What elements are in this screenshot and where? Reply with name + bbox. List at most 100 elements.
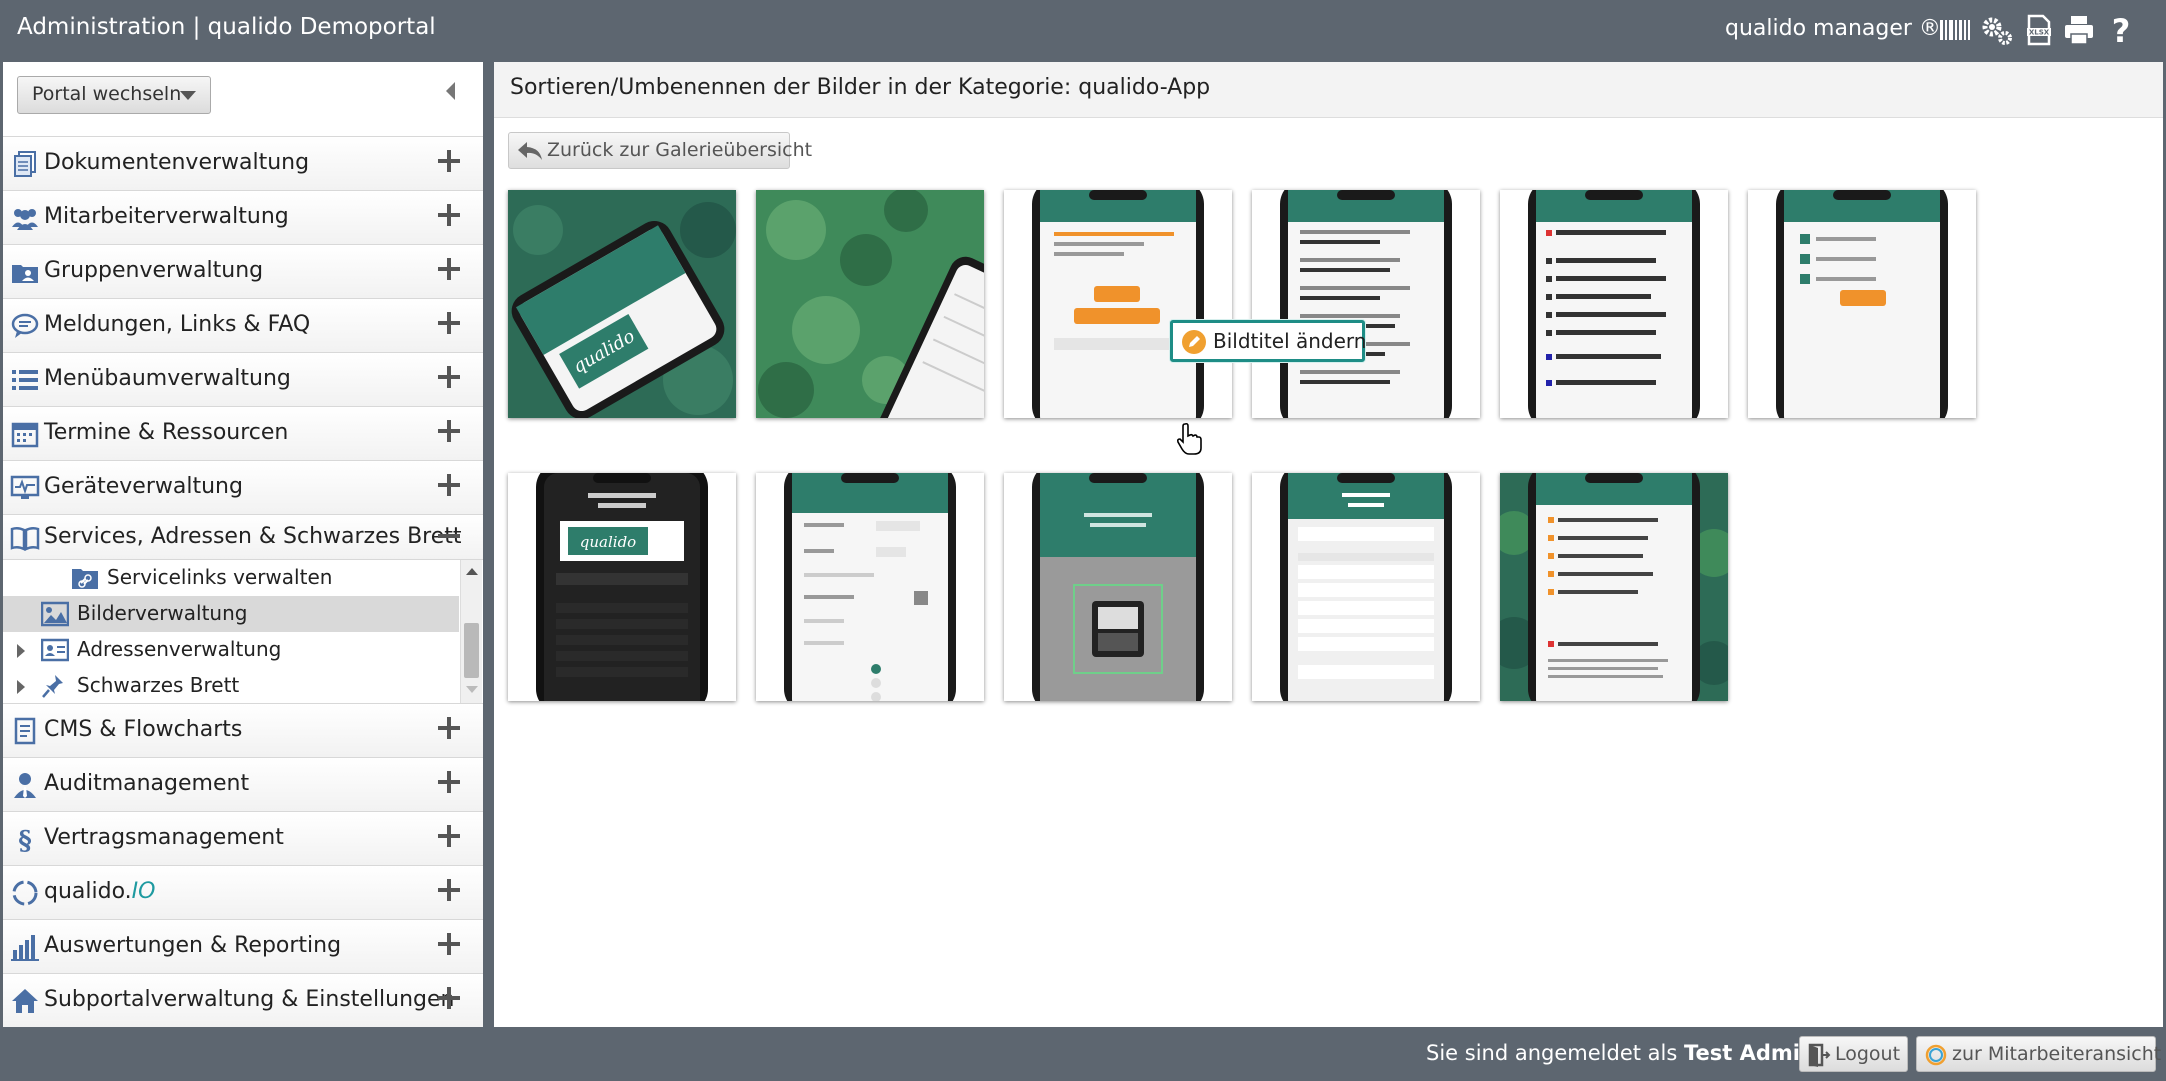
expand-plus-icon[interactable] bbox=[438, 258, 460, 280]
scroll-up-icon[interactable] bbox=[466, 568, 478, 575]
expand-plus-icon[interactable] bbox=[438, 825, 460, 847]
subtree-item-servicelinks[interactable]: Servicelinks verwalten bbox=[3, 560, 459, 596]
expand-plus-icon[interactable] bbox=[438, 366, 460, 388]
nav-dokumentenverwaltung[interactable]: Dokumentenverwaltung bbox=[3, 136, 483, 190]
gallery-thumbnail[interactable] bbox=[1500, 473, 1728, 701]
nav-meldungen[interactable]: Meldungen, Links & FAQ bbox=[3, 298, 483, 352]
expand-plus-icon[interactable] bbox=[438, 771, 460, 793]
nav-subportalverwaltung[interactable]: Subportalverwaltung & Einstellungen bbox=[3, 973, 483, 1027]
home-icon bbox=[12, 989, 38, 1013]
nav-menuebaumverwaltung[interactable]: Menübaumverwaltung bbox=[3, 352, 483, 406]
gallery-thumbnail[interactable] bbox=[1252, 190, 1480, 418]
portal-switch-dropdown[interactable]: Portal wechseln bbox=[17, 76, 211, 114]
barcode-icon[interactable] bbox=[1938, 13, 1972, 47]
gallery-thumbnail[interactable]: qualido bbox=[508, 190, 736, 418]
page-title: Sortieren/Umbenennen der Bilder in der K… bbox=[510, 75, 1211, 100]
gallery-thumbnail[interactable] bbox=[756, 473, 984, 701]
expand-plus-icon[interactable] bbox=[438, 474, 460, 496]
monitor-icon bbox=[10, 475, 40, 499]
employee-view-button[interactable]: zur Mitarbeiteransicht bbox=[1916, 1036, 2161, 1072]
gallery-thumbnail[interactable] bbox=[1748, 190, 1976, 418]
gallery-thumbnail[interactable] bbox=[1252, 473, 1480, 701]
gallery-thumbnail[interactable] bbox=[756, 190, 984, 418]
subtree-label: Schwarzes Brett bbox=[77, 673, 240, 697]
expand-plus-icon[interactable] bbox=[438, 933, 460, 955]
gallery-thumbnail[interactable] bbox=[1500, 190, 1728, 418]
expand-plus-icon[interactable] bbox=[438, 420, 460, 442]
nav-label: Gruppenverwaltung bbox=[44, 258, 264, 283]
expand-plus-icon[interactable] bbox=[438, 879, 460, 901]
nav-label-accent: IO bbox=[131, 879, 156, 904]
thumbnail-image bbox=[1252, 473, 1480, 701]
thumbnail-image bbox=[1500, 473, 1728, 701]
logout-label: Logout bbox=[1835, 1043, 1901, 1065]
employee-view-label: zur Mitarbeiteransicht bbox=[1952, 1043, 2162, 1065]
nav-services-adressen[interactable]: Services, Adressen & Schwarzes Brett bbox=[3, 514, 483, 560]
expand-plus-icon[interactable] bbox=[438, 987, 460, 1009]
cms-icon bbox=[14, 717, 36, 745]
thumbnail-image bbox=[1004, 190, 1232, 418]
nav-geraeteverwaltung[interactable]: Geräteverwaltung bbox=[3, 460, 483, 514]
gallery-thumbnail[interactable]: qualido bbox=[508, 473, 736, 701]
product-name: qualido manager ® bbox=[1725, 16, 1941, 41]
main-content: Sortieren/Umbenennen der Bilder in der K… bbox=[494, 62, 2163, 1027]
subtree-scrollbar[interactable] bbox=[460, 560, 482, 703]
thumbnail-image: qualido bbox=[508, 190, 736, 418]
subtree-item-schwarzes-brett[interactable]: Schwarzes Brett bbox=[3, 668, 459, 703]
thumbnail-image bbox=[756, 190, 984, 418]
nav-label: Dokumentenverwaltung bbox=[44, 150, 310, 175]
nav-label: Auditmanagement bbox=[44, 771, 250, 796]
expand-arrow-icon[interactable] bbox=[17, 680, 25, 694]
nav-vertragsmanagement[interactable]: § Vertragsmanagement bbox=[3, 811, 483, 865]
nav-label: Termine & Ressourcen bbox=[44, 420, 289, 445]
nav-termine[interactable]: Termine & Ressourcen bbox=[3, 406, 483, 460]
group-folder-icon bbox=[12, 265, 38, 283]
nav-cms-flowcharts[interactable]: CMS & Flowcharts bbox=[3, 703, 483, 757]
thumbnail-image bbox=[1500, 190, 1728, 418]
services-subtree: Servicelinks verwalten Bilderverwaltung … bbox=[3, 559, 483, 703]
expand-plus-icon[interactable] bbox=[438, 312, 460, 334]
scrollbar-thumb[interactable] bbox=[464, 623, 479, 678]
subtree-label: Bilderverwaltung bbox=[77, 601, 248, 625]
expand-plus-icon[interactable] bbox=[438, 204, 460, 226]
back-to-gallery-button[interactable]: Zurück zur Galerieübersicht bbox=[508, 132, 812, 169]
chevron-down-icon bbox=[180, 91, 196, 100]
book-icon bbox=[10, 526, 40, 552]
gallery-thumbnail[interactable] bbox=[1004, 473, 1232, 701]
top-bar: Administration | qualido Demoportal qual… bbox=[0, 0, 2166, 60]
logout-button[interactable]: Logout bbox=[1799, 1036, 1908, 1072]
hand-cursor-icon bbox=[1176, 422, 1202, 455]
nav-label: Mitarbeiterverwaltung bbox=[44, 204, 289, 229]
subtree-item-adressenverwaltung[interactable]: Adressenverwaltung bbox=[3, 632, 459, 668]
nav-auswertungen[interactable]: Auswertungen & Reporting bbox=[3, 919, 483, 973]
rename-image-title-button[interactable]: Bildtitel ändern bbox=[1170, 320, 1366, 362]
gallery-thumbnail[interactable] bbox=[1004, 190, 1232, 418]
users-icon bbox=[12, 209, 38, 230]
nav-label: Vertragsmanagement bbox=[44, 825, 284, 850]
portal-switch-label: Portal wechseln bbox=[32, 83, 182, 105]
collapse-sidebar-icon[interactable] bbox=[446, 82, 455, 100]
nav-gruppenverwaltung[interactable]: Gruppenverwaltung bbox=[3, 244, 483, 298]
collapse-minus-icon[interactable] bbox=[438, 525, 460, 547]
svg-text:XLSX: XLSX bbox=[2029, 29, 2050, 37]
help-icon[interactable]: ? bbox=[2104, 13, 2138, 47]
print-icon[interactable] bbox=[2062, 13, 2096, 47]
nav-label: Geräteverwaltung bbox=[44, 474, 243, 499]
qualido-io-icon bbox=[12, 880, 38, 906]
subtree-label: Adressenverwaltung bbox=[77, 637, 282, 661]
address-card-icon bbox=[41, 638, 69, 662]
subtree-item-bilderverwaltung[interactable]: Bilderverwaltung bbox=[3, 596, 459, 632]
pencil-icon bbox=[1182, 330, 1206, 354]
nav-auditmanagement[interactable]: Auditmanagement bbox=[3, 757, 483, 811]
expand-arrow-icon[interactable] bbox=[17, 644, 25, 658]
gears-icon[interactable] bbox=[1980, 13, 2014, 47]
documents-icon bbox=[14, 151, 36, 177]
expand-plus-icon[interactable] bbox=[438, 150, 460, 172]
expand-plus-icon[interactable] bbox=[438, 717, 460, 739]
xlsx-icon[interactable]: XLSX bbox=[2022, 13, 2056, 47]
nav-mitarbeiterverwaltung[interactable]: Mitarbeiterverwaltung bbox=[3, 190, 483, 244]
nav-label: Subportalverwaltung & Einstellungen bbox=[44, 987, 455, 1012]
app-title: Administration | qualido Demoportal bbox=[17, 14, 436, 40]
nav-qualido-io[interactable]: qualido.IO bbox=[3, 865, 483, 919]
scroll-down-icon[interactable] bbox=[466, 686, 478, 693]
